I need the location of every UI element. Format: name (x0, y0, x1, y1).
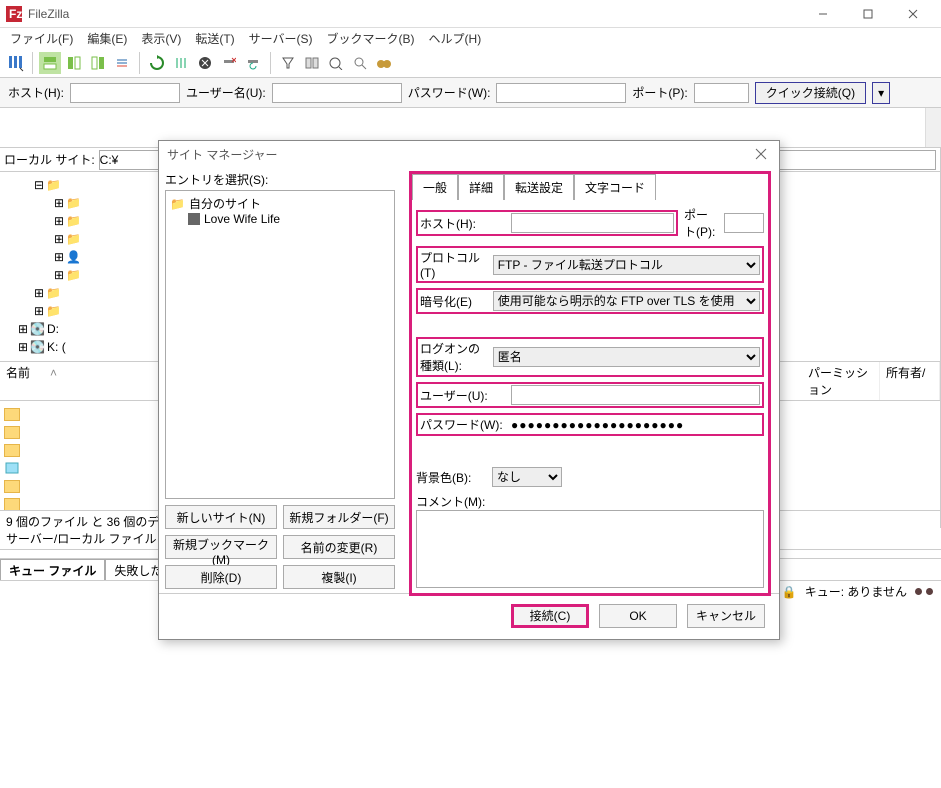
close-button[interactable] (890, 0, 935, 28)
host-input[interactable] (511, 213, 674, 233)
ok-button[interactable]: OK (599, 604, 677, 628)
site-root[interactable]: 自分のサイト (189, 195, 261, 212)
site-entry-0[interactable]: Love Wife Life (204, 212, 280, 226)
user-label: ユーザー(U): (420, 387, 505, 404)
password-label: パスワード(W): (420, 416, 505, 433)
cancel-icon[interactable] (194, 52, 216, 74)
menu-view[interactable]: 表示(V) (135, 28, 187, 49)
minimize-button[interactable] (800, 0, 845, 28)
dialog-close-button[interactable] (751, 144, 771, 164)
col-name: 名前 (6, 366, 30, 380)
folder-icon: 📁 (170, 197, 185, 211)
col-permission: パーミッション (802, 362, 880, 400)
quick-connect-button[interactable]: クイック接続(Q) (755, 82, 866, 104)
menubar: ファイル(F) 編集(E) 表示(V) 転送(T) サーバー(S) ブックマーク… (0, 28, 941, 48)
lock-icon: 🔒 (782, 585, 797, 599)
site-manager-icon[interactable] (4, 52, 26, 74)
cancel-button[interactable]: キャンセル (687, 604, 765, 628)
logon-type-select[interactable]: 匿名 (493, 347, 760, 367)
protocol-label: プロトコル(T) (420, 249, 487, 280)
quick-connect-dropdown[interactable]: ▾ (872, 82, 890, 104)
dialog-title: サイト マネージャー (167, 146, 751, 163)
process-queue-icon[interactable] (170, 52, 192, 74)
comment-label: コメント(M): (416, 495, 485, 509)
search-icon[interactable] (349, 52, 371, 74)
local-site-label: ローカル サイト: (0, 151, 99, 168)
logon-type-label: ログオンの種類(L): (420, 340, 487, 374)
toolbar (0, 48, 941, 78)
encryption-select[interactable]: 使用可能なら明示的な FTP over TLS を使用 (493, 291, 760, 311)
menu-bookmark[interactable]: ブックマーク(B) (321, 28, 421, 49)
comment-textarea[interactable] (416, 510, 764, 588)
settings-tabs: 一般 詳細 転送設定 文字コード (412, 174, 768, 200)
reconnect-icon[interactable] (242, 52, 264, 74)
site-tree[interactable]: 📁 自分のサイト Love Wife Life (165, 190, 395, 499)
toggle-local-tree-icon[interactable] (63, 52, 85, 74)
delete-button[interactable]: 削除(D) (165, 565, 277, 589)
menu-edit[interactable]: 編集(E) (81, 28, 133, 49)
password-masked: ●●●●●●●●●●●●●●●●●●●●● (511, 418, 760, 432)
bgcolor-label: 背景色(B): (416, 469, 486, 486)
toggle-log-icon[interactable] (39, 52, 61, 74)
tab-transfer[interactable]: 転送設定 (504, 174, 574, 200)
qc-port-label: ポート(P): (632, 84, 687, 101)
menu-transfer[interactable]: 転送(T) (189, 28, 240, 49)
new-folder-button[interactable]: 新規フォルダー(F) (283, 505, 395, 529)
server-icon (188, 213, 200, 225)
entries-label: エントリを選択(S): (165, 171, 395, 188)
drive-k[interactable]: K: ( (47, 340, 66, 354)
svg-text:Fz: Fz (9, 7, 22, 21)
refresh-icon[interactable] (146, 52, 168, 74)
port-input[interactable] (724, 213, 764, 233)
qc-user-label: ユーザー名(U): (186, 84, 266, 101)
menu-file[interactable]: ファイル(F) (4, 28, 79, 49)
user-input[interactable] (511, 385, 760, 405)
quick-connect-bar: ホスト(H): ユーザー名(U): パスワード(W): ポート(P): クイック… (0, 78, 941, 108)
qc-host-input[interactable] (70, 83, 180, 103)
window-title: FileZilla (28, 7, 800, 21)
binoculars-icon[interactable] (373, 52, 395, 74)
connect-button[interactable]: 接続(C) (511, 604, 589, 628)
tab-charset[interactable]: 文字コード (574, 174, 656, 200)
filter-icon[interactable] (277, 52, 299, 74)
site-manager-dialog: サイト マネージャー エントリを選択(S): 📁 自分のサイト Love Wife… (158, 140, 780, 640)
disconnect-icon[interactable] (218, 52, 240, 74)
qc-host-label: ホスト(H): (8, 84, 64, 101)
duplicate-button[interactable]: 複製(I) (283, 565, 395, 589)
compare-icon[interactable] (301, 52, 323, 74)
encryption-label: 暗号化(E) (420, 293, 487, 310)
sort-asc-icon: ˄ (50, 366, 57, 380)
host-label: ホスト(H): (420, 215, 505, 232)
rename-button[interactable]: 名前の変更(R) (283, 535, 395, 559)
new-bookmark-button[interactable]: 新規ブックマーク(M) (165, 535, 277, 559)
sync-browse-icon[interactable] (325, 52, 347, 74)
tab-general[interactable]: 一般 (412, 174, 458, 200)
qc-pass-label: パスワード(W): (408, 84, 491, 101)
qc-port-input[interactable] (694, 83, 749, 103)
drive-d[interactable]: D: (47, 322, 59, 336)
port-label: ポート(P): (684, 206, 718, 240)
toggle-remote-tree-icon[interactable] (87, 52, 109, 74)
col-owner: 所有者/ (880, 362, 940, 400)
qc-pass-input[interactable] (496, 83, 626, 103)
new-site-button[interactable]: 新しいサイト(N) (165, 505, 277, 529)
bgcolor-select[interactable]: なし (492, 467, 562, 487)
app-icon: Fz (6, 6, 22, 22)
toggle-queue-icon[interactable] (111, 52, 133, 74)
protocol-select[interactable]: FTP - ファイル転送プロトコル (493, 255, 760, 275)
queue-status: キュー: ありません (805, 583, 907, 600)
tab-advanced[interactable]: 詳細 (458, 174, 504, 200)
tab-queue[interactable]: キュー ファイル (0, 559, 105, 580)
qc-user-input[interactable] (272, 83, 402, 103)
menu-server[interactable]: サーバー(S) (243, 28, 319, 49)
menu-help[interactable]: ヘルプ(H) (423, 28, 488, 49)
maximize-button[interactable] (845, 0, 890, 28)
titlebar: Fz FileZilla (0, 0, 941, 28)
